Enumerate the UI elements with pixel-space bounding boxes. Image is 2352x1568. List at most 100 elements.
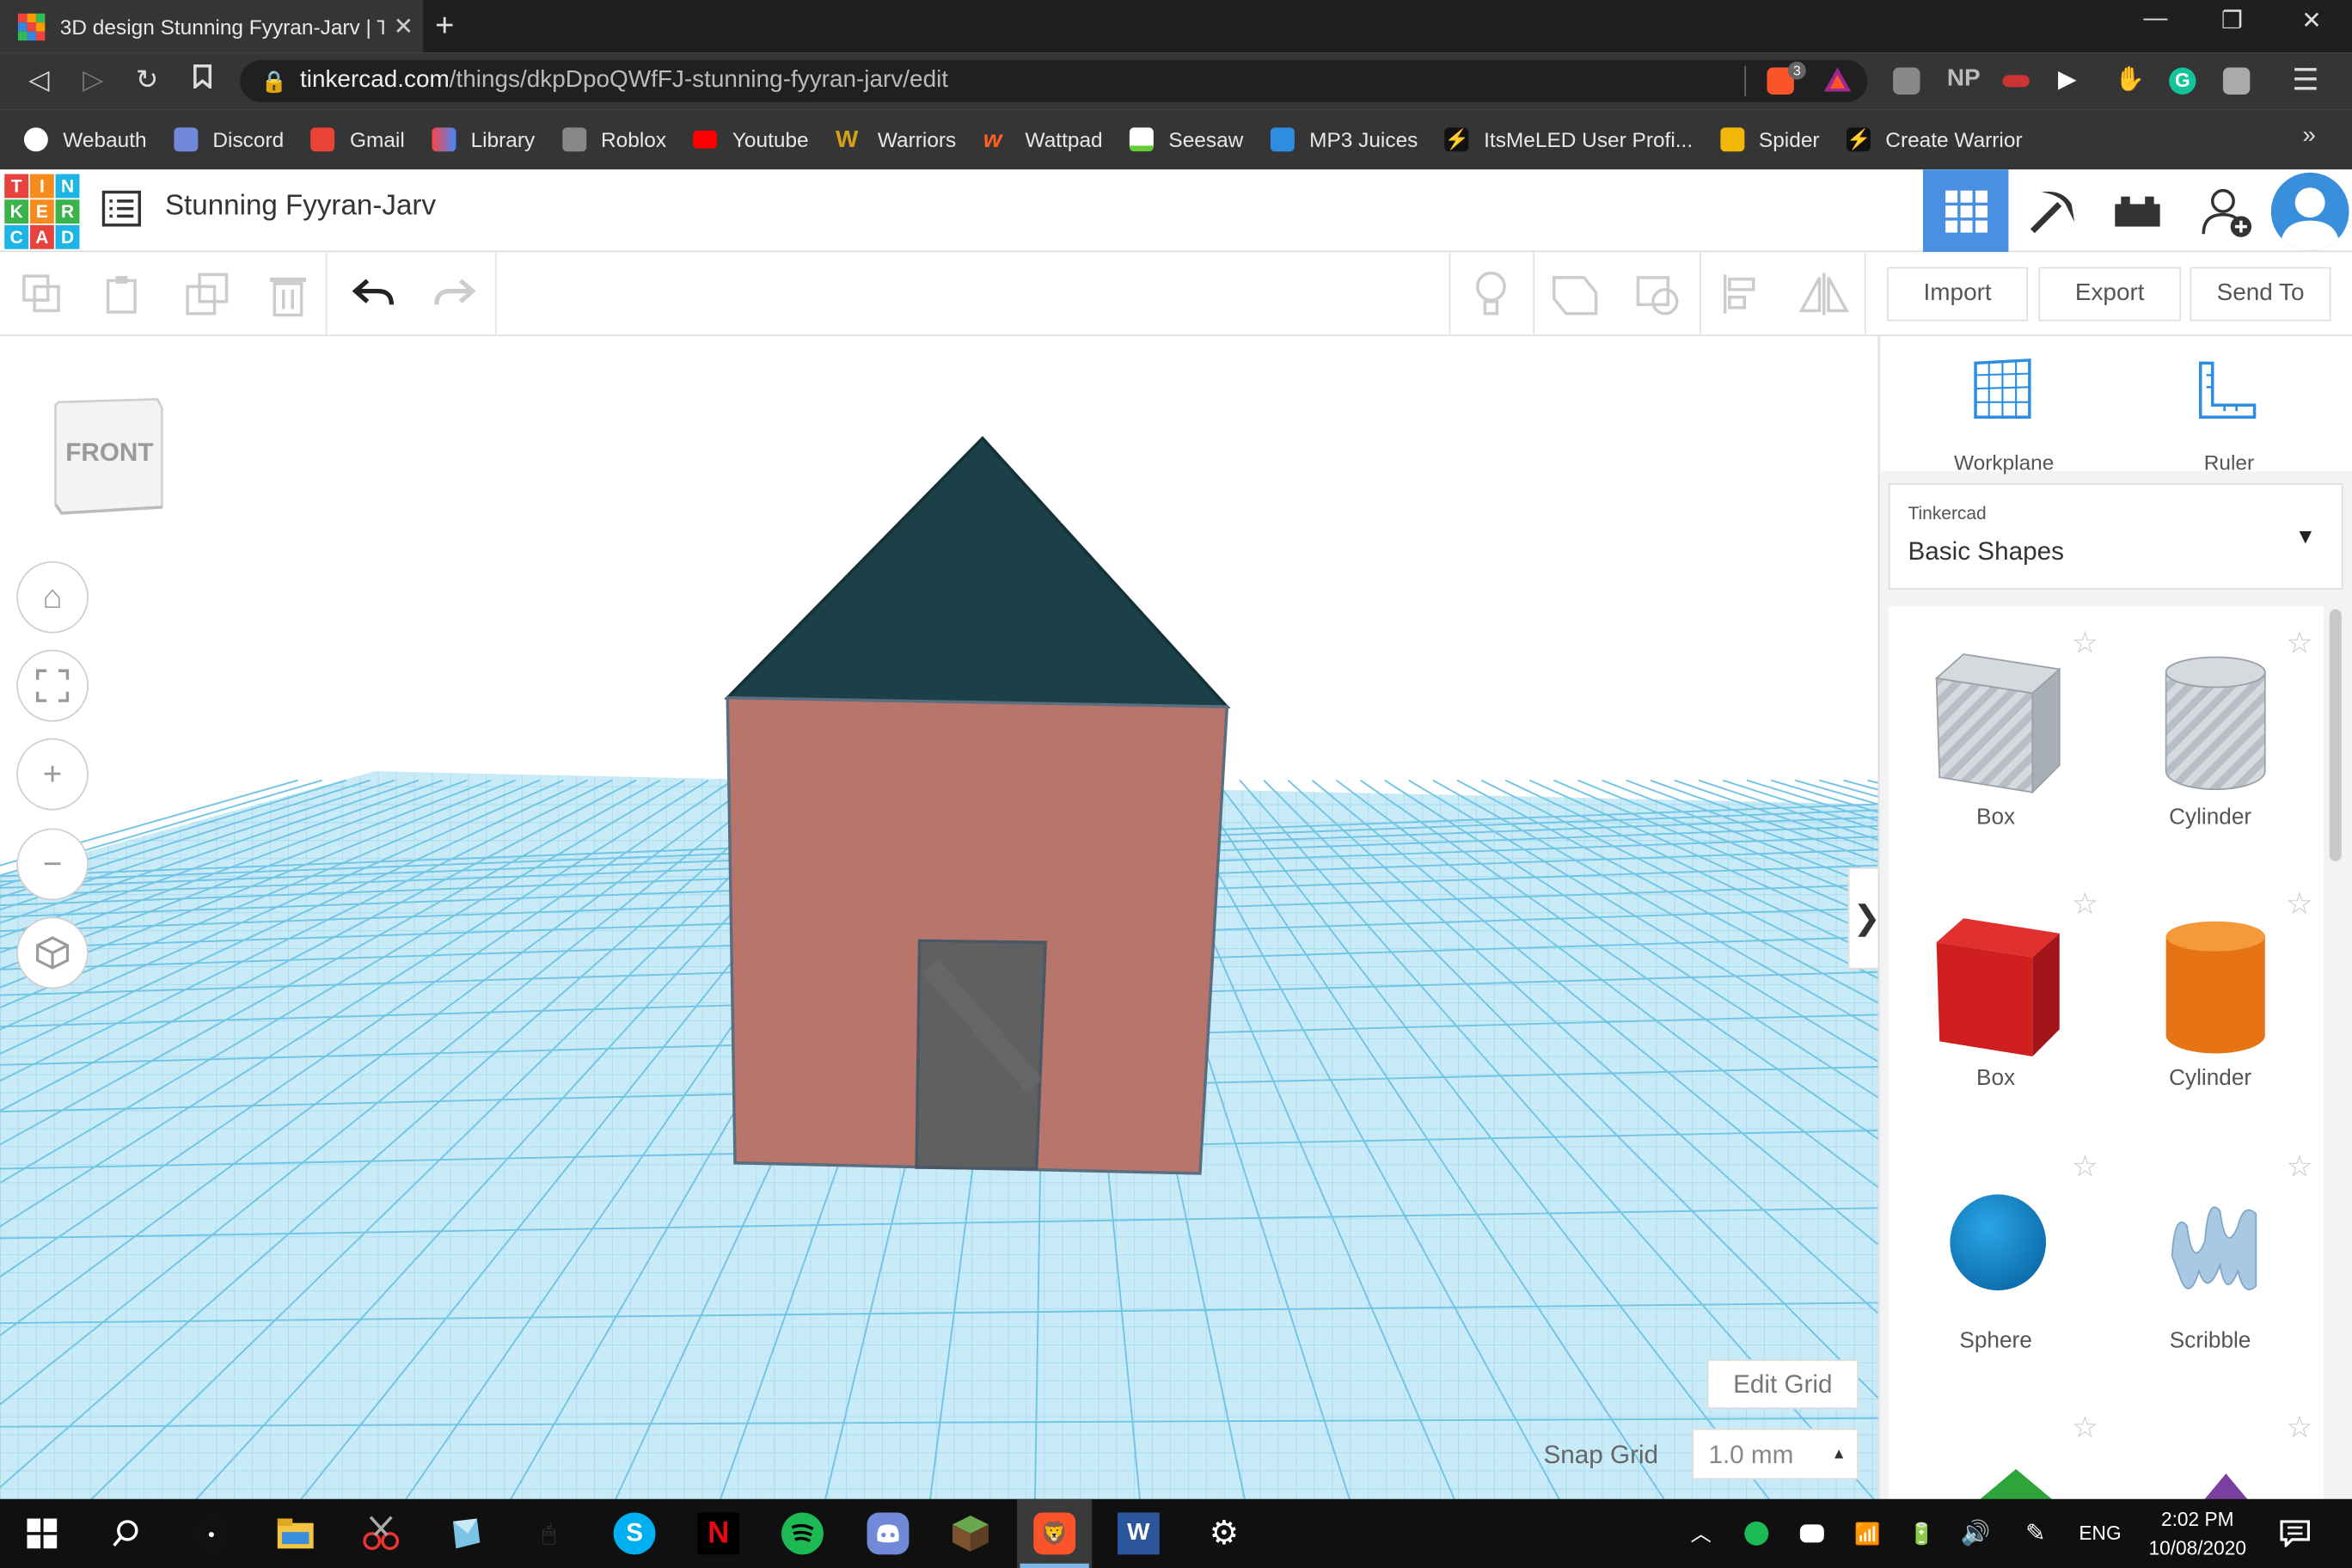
search-icon[interactable]: [105, 1512, 147, 1554]
file-explorer-icon[interactable]: [274, 1512, 316, 1554]
shape-tile-cylinder[interactable]: ☆ Cylinder: [2103, 867, 2318, 1129]
star-icon[interactable]: ☆: [2072, 885, 2098, 923]
star-icon[interactable]: ☆: [2286, 624, 2312, 662]
design-list-icon[interactable]: [101, 190, 142, 235]
star-icon[interactable]: ☆: [2072, 1409, 2098, 1447]
chevron-up-icon[interactable]: ︿: [1680, 1512, 1722, 1554]
bookmark-item[interactable]: MP3 Juices: [1270, 127, 1418, 152]
edit-grid-button[interactable]: Edit Grid: [1706, 1359, 1859, 1410]
extension-icon[interactable]: [2002, 75, 2030, 88]
minecraft-icon[interactable]: [950, 1512, 992, 1554]
forward-icon[interactable]: ▷: [75, 64, 111, 96]
bookmark-icon[interactable]: [185, 64, 221, 96]
send-to-button[interactable]: Send To: [2190, 266, 2331, 322]
align-icon[interactable]: [1714, 267, 1768, 322]
shape-tile-box[interactable]: ☆ Box: [1889, 867, 2104, 1129]
star-icon[interactable]: ☆: [2072, 1148, 2098, 1185]
reload-icon[interactable]: ↻: [129, 64, 165, 96]
panel-scrollbar[interactable]: [2329, 609, 2342, 861]
close-window-icon[interactable]: ✕: [2282, 6, 2342, 36]
address-bar[interactable]: 🔒 tinkercad.com/things/dkpDpoQWfFJ-stunn…: [240, 59, 1868, 102]
3d-design-view-button[interactable]: [1922, 169, 2009, 253]
snap-grid-select[interactable]: 1.0 mm ▲: [1692, 1428, 1859, 1480]
mirror-icon[interactable]: [1797, 267, 1851, 322]
shape-tile-box-hole[interactable]: ☆ Box: [1889, 606, 2104, 867]
restore-icon[interactable]: ❐: [2202, 6, 2263, 36]
3d-viewport[interactable]: FRONT ⌂ + − Edit Grid Snap Grid 1.0 mm ▲: [0, 335, 1878, 1501]
extension-icon[interactable]: [1893, 67, 1920, 95]
design-title[interactable]: Stunning Fyyran-Jarv: [165, 191, 436, 224]
bookmark-item[interactable]: Discord: [174, 127, 284, 152]
ungroup-icon[interactable]: [1632, 267, 1686, 322]
new-tab-button[interactable]: +: [435, 6, 454, 45]
home-view-button[interactable]: ⌂: [16, 560, 89, 634]
settings-gear-icon[interactable]: ⚙: [1203, 1512, 1245, 1554]
group-icon[interactable]: [1548, 267, 1602, 322]
star-icon[interactable]: ☆: [2286, 1409, 2312, 1447]
bookmark-item[interactable]: Seesaw: [1130, 127, 1243, 152]
minimize-icon[interactable]: —: [2126, 6, 2186, 33]
zoom-out-button[interactable]: −: [16, 828, 89, 901]
hand-extension-icon[interactable]: ✋: [2115, 64, 2145, 95]
bookmarks-more-icon[interactable]: »: [2302, 123, 2316, 150]
share-user-button[interactable]: [2183, 169, 2268, 252]
zoom-in-button[interactable]: +: [16, 738, 89, 811]
wifi-icon[interactable]: 📶: [1847, 1512, 1889, 1554]
star-icon[interactable]: ☆: [2286, 1148, 2312, 1185]
shape-tile-scribble[interactable]: ☆ Scribble: [2103, 1130, 2318, 1391]
language-indicator[interactable]: ENG: [2079, 1522, 2121, 1544]
bookmark-item[interactable]: Webauth: [23, 127, 147, 152]
copy-icon[interactable]: [15, 267, 69, 322]
bookmark-item[interactable]: Youtube: [693, 127, 809, 151]
np-extension-icon[interactable]: NP: [1947, 66, 1981, 93]
house-model[interactable]: [705, 426, 1245, 1177]
lightbulb-icon[interactable]: [1464, 267, 1518, 322]
word-icon[interactable]: W: [1117, 1512, 1160, 1555]
duplicate-icon[interactable]: [180, 267, 234, 322]
paint3d-icon[interactable]: [444, 1512, 486, 1554]
redo-icon[interactable]: [427, 267, 481, 322]
import-button[interactable]: Import: [1887, 266, 2029, 322]
bookmark-item[interactable]: Gmail: [310, 127, 405, 152]
delete-icon[interactable]: [261, 267, 315, 322]
shape-tile-cylinder-hole[interactable]: ☆ Cylinder: [2103, 606, 2318, 867]
extension-icon[interactable]: [2222, 67, 2251, 95]
ortho-view-button[interactable]: [16, 916, 89, 989]
bookmark-item[interactable]: Roblox: [561, 127, 666, 152]
browser-tab[interactable]: 3D design Stunning Fyyran-Jarv | T ✕: [0, 0, 424, 53]
view-cube[interactable]: FRONT: [52, 396, 167, 524]
discord-tray-icon[interactable]: [1791, 1512, 1833, 1554]
undo-icon[interactable]: [346, 267, 401, 322]
play-extension-icon[interactable]: ▶: [2058, 64, 2076, 95]
avatar[interactable]: [2270, 172, 2349, 251]
paste-icon[interactable]: [96, 267, 150, 322]
minecraft-pickaxe-button[interactable]: [2008, 169, 2093, 252]
bookmark-item[interactable]: w Wattpad: [983, 127, 1103, 153]
clock[interactable]: 2:02 PM 10/08/2020: [2130, 1505, 2265, 1562]
netflix-icon[interactable]: N: [697, 1512, 740, 1555]
brave-rewards-icon[interactable]: [1822, 66, 1853, 101]
grammarly-icon[interactable]: G: [2169, 67, 2196, 95]
bookmark-item[interactable]: W Warriors: [836, 127, 956, 153]
volume-icon[interactable]: 🔊: [1955, 1512, 1997, 1554]
pen-icon[interactable]: ✎: [2014, 1512, 2056, 1554]
bookmark-item[interactable]: ⚡ ItsMeLED User Profi...: [1444, 127, 1693, 152]
spotify-icon[interactable]: [781, 1512, 824, 1555]
spotify-tray-icon[interactable]: [1736, 1512, 1778, 1554]
brave-icon[interactable]: 🦁: [1033, 1512, 1076, 1555]
back-icon[interactable]: ◁: [21, 64, 57, 96]
art-app-icon[interactable]: ●: [190, 1512, 233, 1555]
bookmark-item[interactable]: Spider: [1719, 127, 1820, 152]
mouse-icon[interactable]: 🖱: [528, 1512, 570, 1554]
battery-icon[interactable]: 🔋: [1901, 1512, 1943, 1554]
bookmark-item[interactable]: Library: [432, 127, 535, 152]
shape-tile-sphere[interactable]: ☆ Sphere: [1889, 1130, 2104, 1391]
export-button[interactable]: Export: [2038, 266, 2182, 322]
skype-icon[interactable]: S: [613, 1512, 656, 1555]
windows-start-icon[interactable]: [21, 1512, 63, 1554]
shape-library-select[interactable]: Tinkercad Basic Shapes ▼: [1888, 483, 2343, 590]
snip-icon[interactable]: [360, 1512, 402, 1554]
tab-close-icon[interactable]: ✕: [384, 11, 423, 41]
discord-icon[interactable]: [867, 1512, 910, 1555]
lego-bricks-button[interactable]: [2094, 169, 2179, 252]
